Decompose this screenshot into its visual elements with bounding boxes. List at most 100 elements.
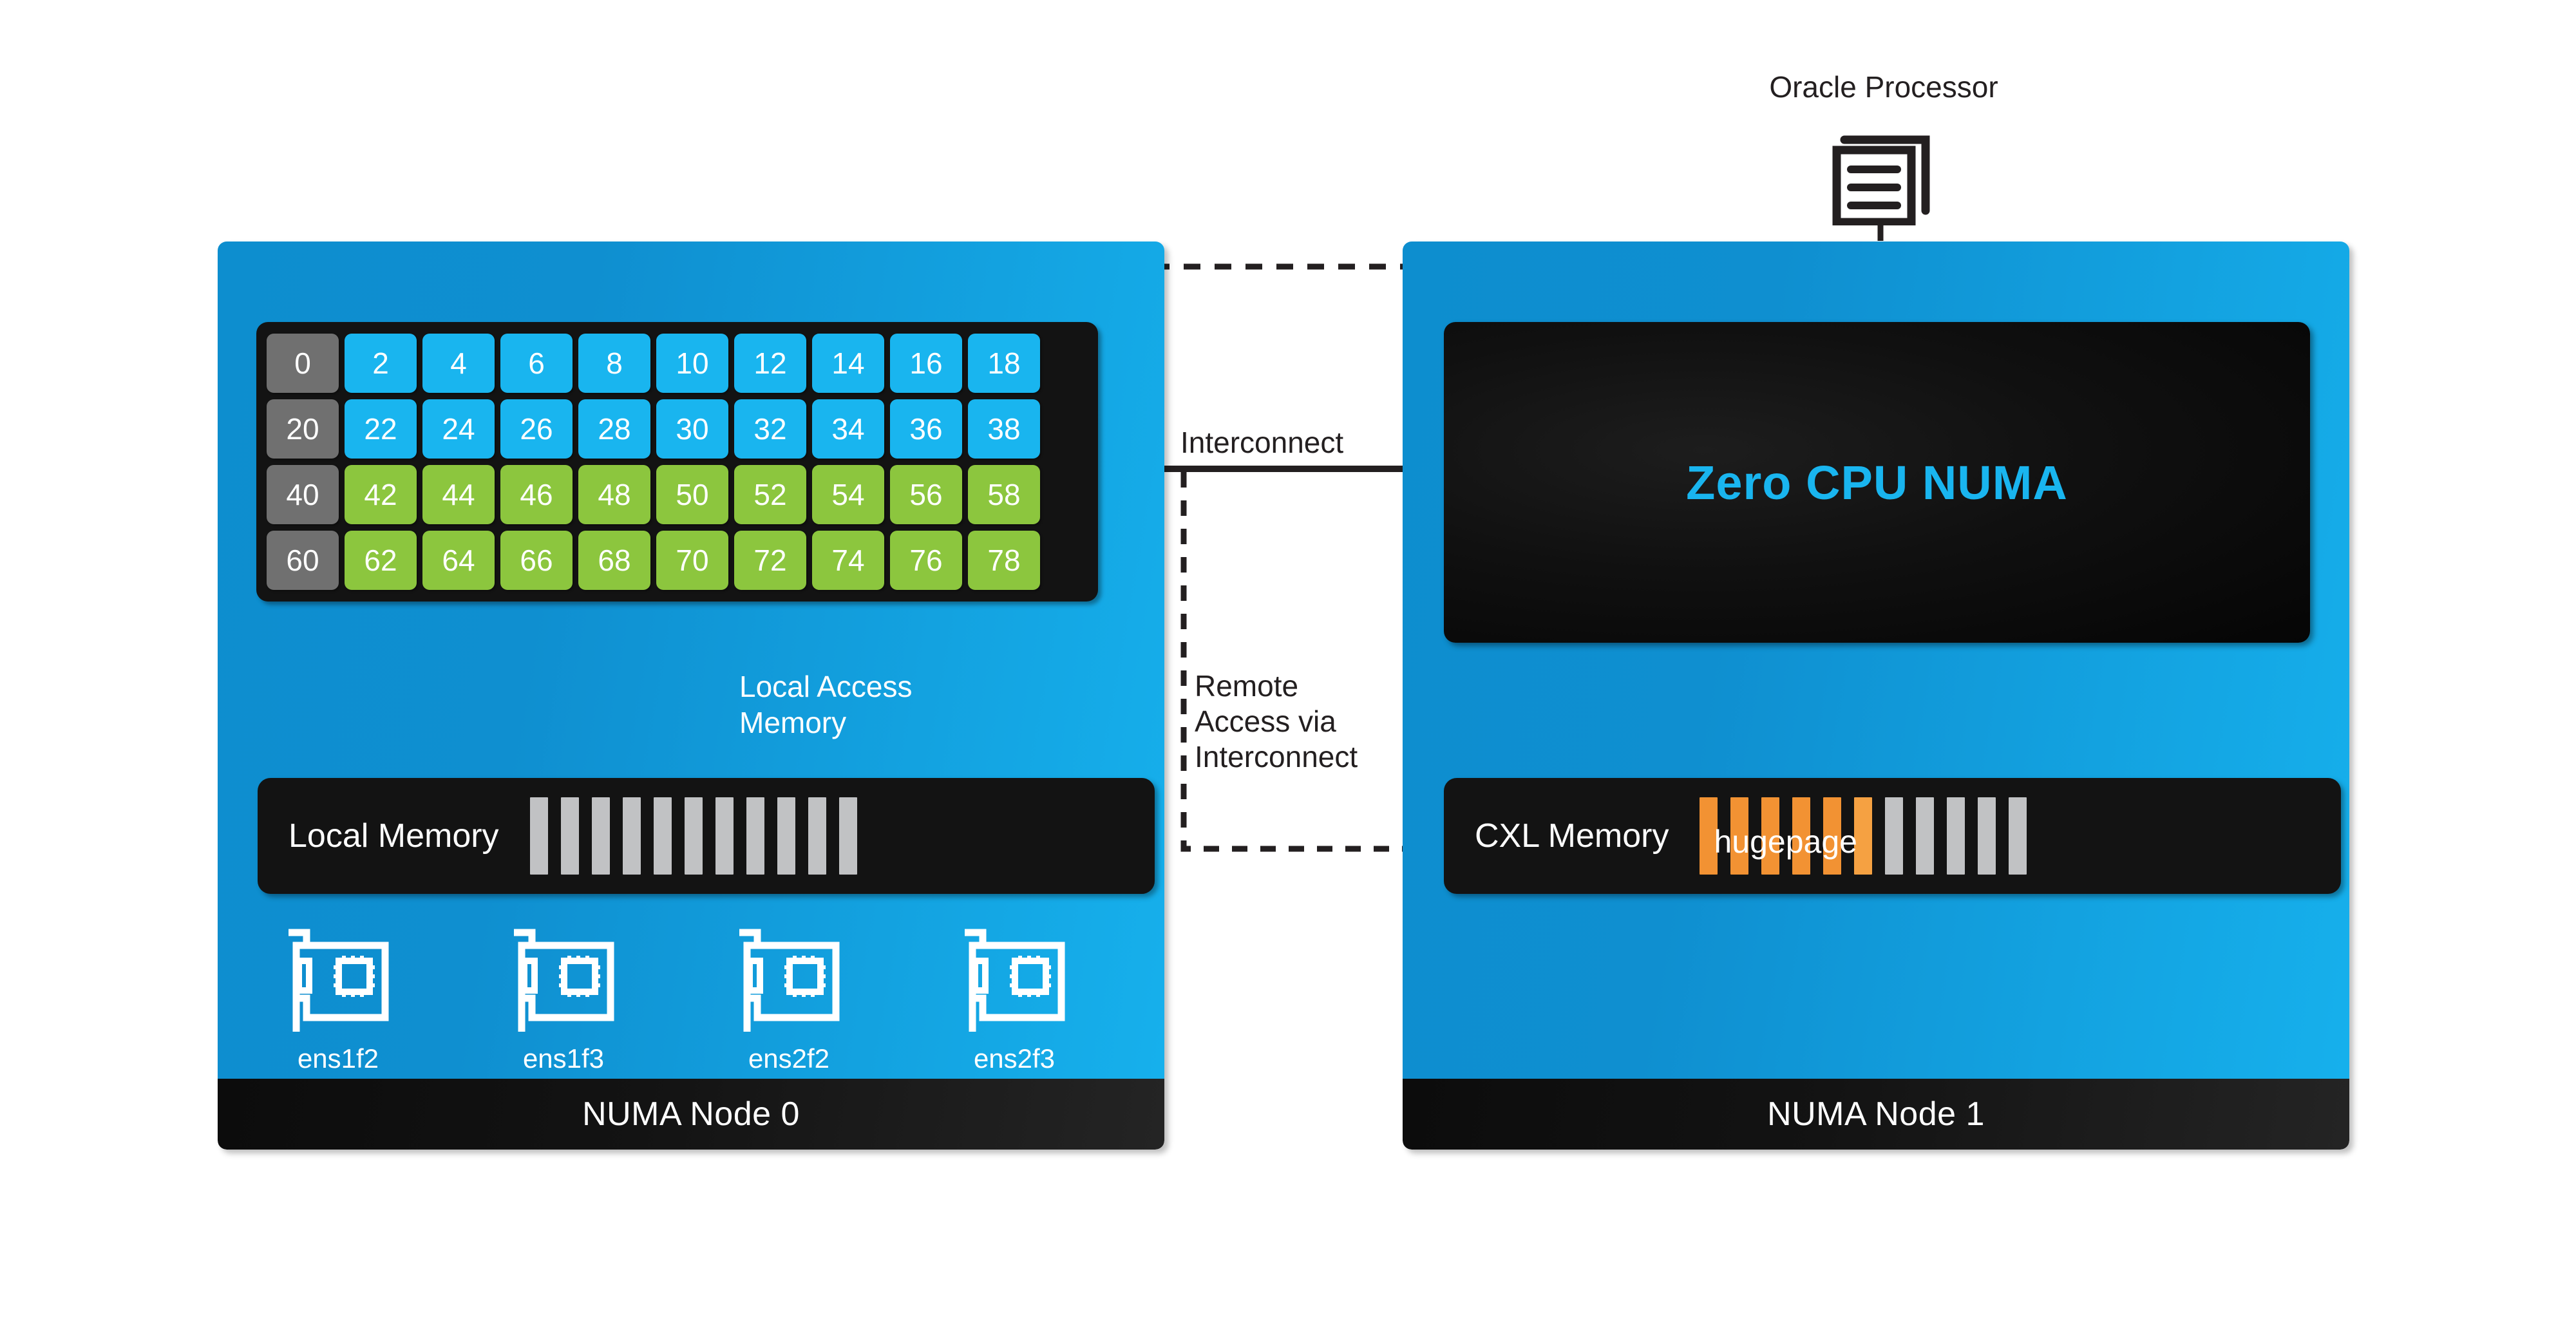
memory-slot-hugepage (1730, 797, 1749, 875)
core-cell[interactable]: 22 (345, 399, 417, 459)
memory-slot-hugepage (1854, 797, 1873, 875)
core-cell[interactable]: 42 (345, 465, 417, 524)
interconnect-label: Interconnect (1180, 426, 1344, 459)
core-cell[interactable]: 60 (267, 531, 339, 590)
core-cell[interactable]: 56 (890, 465, 962, 524)
memory-slot (653, 797, 672, 875)
core-cell[interactable]: 50 (656, 465, 728, 524)
memory-slot (684, 797, 703, 875)
nic-label: ens2f3 (973, 1043, 1056, 1074)
cxl-memory-module: CXL Memory hugepage (1444, 778, 2341, 894)
memory-slot (808, 797, 826, 875)
core-cell[interactable]: 10 (656, 334, 728, 393)
core-cell[interactable]: 38 (968, 399, 1040, 459)
nic-ens2f2[interactable]: ens2f2 (728, 927, 850, 1074)
core-cell[interactable]: 48 (578, 465, 650, 524)
core-cell[interactable]: 52 (734, 465, 806, 524)
nic-ens1f3[interactable]: ens1f3 (502, 927, 625, 1074)
zero-cpu-numa-label: Zero CPU NUMA (1686, 455, 2068, 509)
core-cell[interactable]: 44 (422, 465, 495, 524)
memory-slot (715, 797, 734, 875)
core-cell[interactable]: 36 (890, 399, 962, 459)
core-cell[interactable]: 20 (267, 399, 339, 459)
local-memory-label: Local Memory (289, 817, 499, 855)
memory-slot (622, 797, 641, 875)
core-cell[interactable]: 46 (500, 465, 573, 524)
memory-slot (777, 797, 795, 875)
memory-slot (1916, 797, 1935, 875)
core-cell[interactable]: 26 (500, 399, 573, 459)
core-cell[interactable]: 72 (734, 531, 806, 590)
memory-slot (591, 797, 610, 875)
local-memory-slots (529, 797, 857, 875)
memory-slot (838, 797, 857, 875)
memory-slot-hugepage (1700, 797, 1718, 875)
nic-ens1f2[interactable]: ens1f2 (277, 927, 399, 1074)
core-cell[interactable]: 12 (734, 334, 806, 393)
nic-label: ens1f2 (297, 1043, 379, 1074)
memory-slot (1885, 797, 1904, 875)
local-access-memory-line2: Memory (739, 706, 847, 740)
cxl-memory-slots: hugepage (1700, 797, 2027, 875)
core-cell[interactable]: 0 (267, 334, 339, 393)
memory-slot-hugepage (1823, 797, 1842, 875)
core-cell[interactable]: 24 (422, 399, 495, 459)
cpu-core-grid: 0 2 4 6 8 10 12 14 16 18 20 22 24 26 28 … (256, 322, 1098, 602)
oracle-processor-label: Oracle Processor (1769, 70, 1998, 104)
core-cell[interactable]: 54 (812, 465, 884, 524)
core-cell[interactable]: 68 (578, 531, 650, 590)
remote-access-label: Remote Access via Interconnect (1195, 668, 1358, 775)
network-card-icon (739, 929, 840, 1032)
core-cell[interactable]: 64 (422, 531, 495, 590)
core-cell[interactable]: 74 (812, 531, 884, 590)
network-card-icon (289, 929, 389, 1032)
remote-access-line1: Remote (1195, 669, 1299, 703)
memory-slot (1978, 797, 1996, 875)
memory-slot-hugepage (1761, 797, 1780, 875)
core-cell[interactable]: 76 (890, 531, 962, 590)
core-cell[interactable]: 78 (968, 531, 1040, 590)
core-cell[interactable]: 30 (656, 399, 728, 459)
memory-slot (529, 797, 548, 875)
core-cell[interactable]: 70 (656, 531, 728, 590)
core-cell[interactable]: 28 (578, 399, 650, 459)
oracle-processor-icon (1830, 132, 1940, 227)
core-row: 20 22 24 26 28 30 32 34 36 38 (267, 399, 1088, 459)
memory-slot (2009, 797, 2027, 875)
core-cell[interactable]: 34 (812, 399, 884, 459)
memory-slot-hugepage (1792, 797, 1811, 875)
remote-access-dashed-path (1180, 472, 1436, 852)
nic-ens2f3[interactable]: ens2f3 (953, 927, 1075, 1074)
core-cell[interactable]: 40 (267, 465, 339, 524)
local-access-memory-line1: Local Access (739, 670, 913, 703)
network-card-icon (514, 929, 614, 1032)
network-card-icon (965, 929, 1065, 1032)
core-cell[interactable]: 66 (500, 531, 573, 590)
local-access-memory-label: Local Access Memory (739, 668, 912, 741)
memory-slot (560, 797, 579, 875)
core-cell[interactable]: 8 (578, 334, 650, 393)
local-memory-module: Local Memory (258, 778, 1155, 894)
core-cell[interactable]: 2 (345, 334, 417, 393)
numa-node-0-footer: NUMA Node 0 (218, 1079, 1164, 1150)
core-cell[interactable]: 16 (890, 334, 962, 393)
core-cell[interactable]: 4 (422, 334, 495, 393)
memory-slot (746, 797, 764, 875)
numa-node-1-footer: NUMA Node 1 (1403, 1079, 2349, 1150)
numa-node-1-label: NUMA Node 1 (1767, 1095, 1985, 1133)
remote-access-line2: Access via (1195, 705, 1336, 739)
remote-access-line3: Interconnect (1195, 740, 1358, 774)
core-cell[interactable]: 18 (968, 334, 1040, 393)
core-cell[interactable]: 6 (500, 334, 573, 393)
nic-label: ens1f3 (522, 1043, 605, 1074)
core-row: 40 42 44 46 48 50 52 54 56 58 (267, 465, 1088, 524)
core-cell[interactable]: 32 (734, 399, 806, 459)
core-row: 0 2 4 6 8 10 12 14 16 18 (267, 334, 1088, 393)
core-row: 60 62 64 66 68 70 72 74 76 78 (267, 531, 1088, 590)
core-cell[interactable]: 58 (968, 465, 1040, 524)
core-cell[interactable]: 62 (345, 531, 417, 590)
nic-row: ens1f2 ens1f3 ens2f2 ens2f3 (277, 927, 1075, 1074)
cxl-memory-label: CXL Memory (1475, 817, 1669, 855)
nic-label: ens2f2 (748, 1043, 830, 1074)
core-cell[interactable]: 14 (812, 334, 884, 393)
